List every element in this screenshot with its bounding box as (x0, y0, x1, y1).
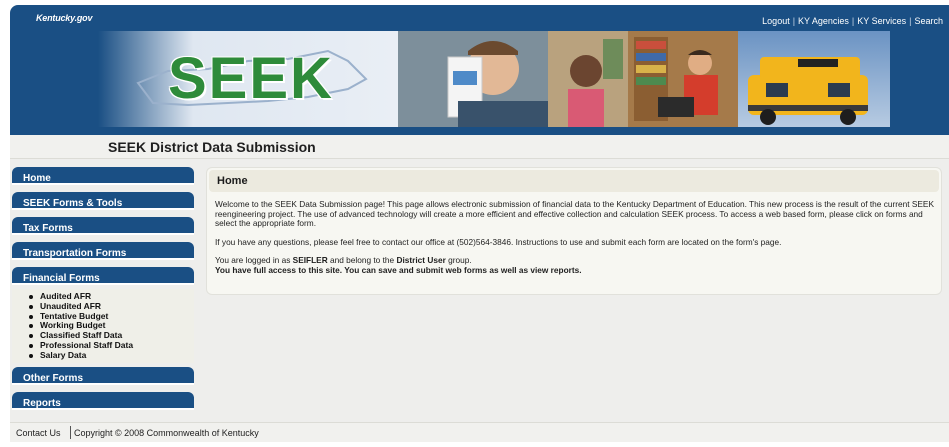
link-separator: | (909, 16, 912, 26)
sidebar-item-financial-forms[interactable]: Financial Forms (12, 267, 194, 285)
ky-services-link[interactable]: KY Services (857, 16, 906, 26)
main-area: Home SEEK Forms & Tools Tax Forms Transp… (10, 159, 949, 422)
user-group: District User (396, 255, 446, 266)
search-link[interactable]: Search (914, 16, 943, 26)
sidebar-item-home[interactable]: Home (12, 167, 194, 185)
sidebar-item-seek-forms-tools[interactable]: SEEK Forms & Tools (12, 192, 194, 210)
contact-paragraph: If you have any questions, please feel f… (215, 236, 782, 247)
content-body: Welcome to the SEEK Data Submission page… (215, 199, 935, 276)
link-separator: | (792, 16, 796, 26)
content-panel: Home Welcome to the SEEK Data Submission… (206, 167, 942, 295)
welcome-paragraph: Welcome to the SEEK Data Submission page… (215, 199, 934, 229)
sidebar-item-transportation-forms[interactable]: Transportation Forms (12, 242, 194, 260)
copyright-text: Copyright © 2008 Commonwealth of Kentuck… (74, 428, 259, 438)
footer-divider (70, 426, 71, 439)
title-bar: SEEK District Data Submission (10, 135, 949, 159)
site-header: Kentucky.gov Logout | KY Agencies | KY S… (10, 5, 949, 135)
logout-link[interactable]: Logout (762, 16, 790, 26)
username: SEIFLER (292, 255, 328, 266)
kentucky-gov-logo[interactable]: Kentucky.gov (36, 13, 92, 23)
login-prefix: You are logged in as (215, 255, 293, 266)
top-links: Logout | KY Agencies | KY Services | Sea… (762, 16, 943, 26)
ky-agencies-link[interactable]: KY Agencies (798, 16, 849, 26)
contact-us-link[interactable]: Contact Us (16, 428, 61, 438)
content-header: Home (209, 170, 939, 192)
link-separator: | (851, 16, 855, 26)
financial-forms-submenu: Audited AFR Unaudited AFR Tentative Budg… (12, 289, 194, 363)
access-note: You have full access to this site. You c… (215, 264, 582, 275)
page-title: SEEK District Data Submission (108, 139, 316, 155)
sidebar-item-other-forms[interactable]: Other Forms (12, 367, 194, 385)
seek-logo-text: SEEK (168, 46, 334, 111)
sidebar-item-reports[interactable]: Reports (12, 392, 194, 410)
login-suffix: group. (445, 255, 472, 266)
sidebar-item-tax-forms[interactable]: Tax Forms (12, 217, 194, 235)
login-mid: and belong to the (327, 255, 397, 266)
submenu-item-salary-data[interactable]: Salary Data (29, 350, 194, 361)
seek-banner: SEEK (98, 31, 890, 127)
content-heading: Home (217, 175, 248, 187)
site-footer: Contact Us Copyright © 2008 Commonwealth… (10, 422, 949, 442)
